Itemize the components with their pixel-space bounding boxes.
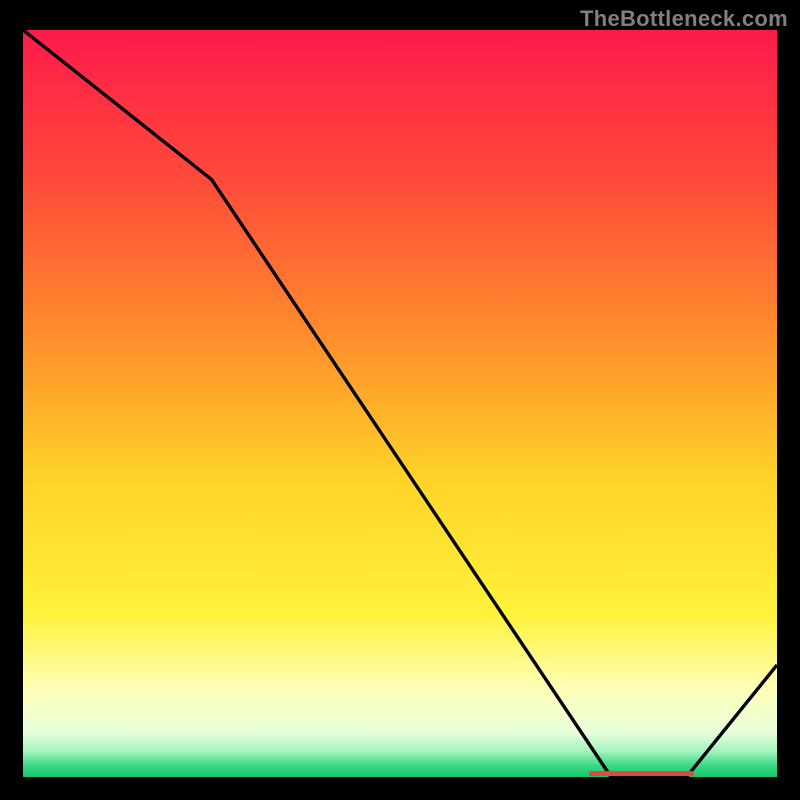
- attribution-text: TheBottleneck.com: [580, 6, 788, 32]
- plot-outer-frame: [23, 30, 777, 777]
- chart-root: TheBottleneck.com: [0, 0, 800, 800]
- bottleneck-curve: [23, 30, 777, 777]
- optimal-range-marker: [589, 771, 695, 776]
- plot-area: [23, 30, 777, 777]
